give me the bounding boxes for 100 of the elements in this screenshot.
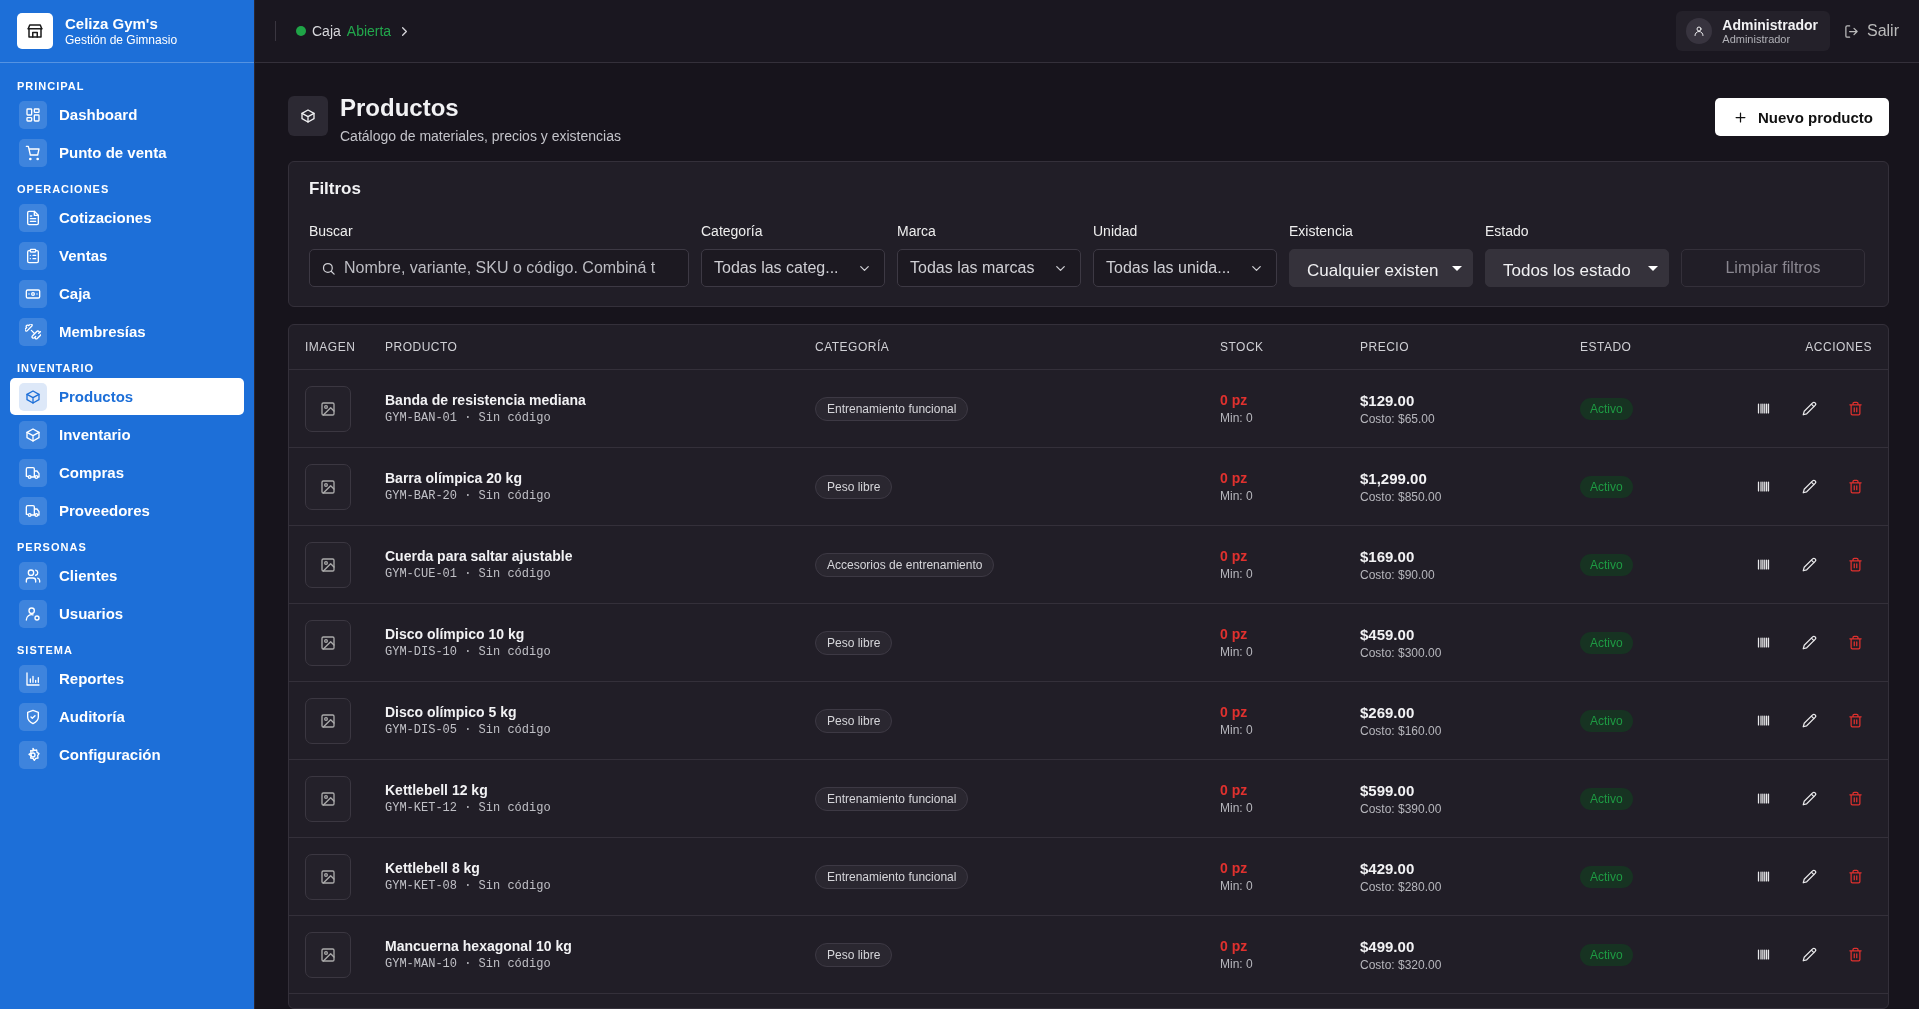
trash-icon (1847, 635, 1863, 650)
product-code: GYM-KET-08 · Sin código (385, 879, 551, 893)
product-code: GYM-CUE-01 · Sin código (385, 567, 551, 581)
dropdown[interactable]: Todas las marcas (897, 249, 1081, 287)
sidebar-item[interactable]: Auditoría (10, 698, 244, 735)
settings-icon (25, 746, 41, 763)
product-code: GYM-DIS-10 · Sin código (385, 645, 551, 659)
column-header: CATEGORÍA (815, 340, 890, 354)
cost-value: Costo: $320.00 (1360, 957, 1442, 972)
status-badge: Activo (1580, 865, 1633, 888)
sidebar-item[interactable]: Productos (10, 378, 244, 415)
dropdown[interactable]: Todos los estado (1485, 249, 1669, 287)
status-badge: Activo (1580, 943, 1633, 966)
barcode-icon (1755, 713, 1771, 728)
sidebar-item[interactable]: Ventas (10, 237, 244, 274)
cost-value: Costo: $850.00 (1360, 489, 1442, 504)
sidebar-item[interactable]: Cotizaciones (10, 199, 244, 236)
register-status-button[interactable]: Caja Abierta (296, 23, 413, 39)
category-tag: Accesorios de entrenamiento (815, 552, 995, 577)
sidebar-item[interactable]: Clientes (10, 557, 244, 594)
status-badge: Activo (1580, 631, 1633, 654)
category-tag: Entrenamiento funcional (815, 864, 969, 889)
search-icon (321, 261, 336, 276)
image-placeholder-icon (305, 931, 351, 978)
caret-icon (1648, 265, 1658, 271)
image-placeholder-icon (305, 541, 351, 588)
filter-label: Existencia (1289, 223, 1354, 239)
status-badge: Activo (1580, 709, 1633, 732)
stock-value: 0 pz (1220, 860, 1248, 876)
image-placeholder-icon (305, 385, 351, 432)
barcode-icon (1755, 947, 1771, 962)
barcode-icon (1755, 401, 1771, 416)
price-value: $269.00 (1360, 703, 1415, 721)
barcode-icon (1755, 791, 1771, 806)
stock-minimum: Min: 0 (1220, 645, 1253, 659)
trash-icon (1847, 713, 1863, 728)
app-name: Celiza Gym's (65, 15, 159, 32)
dashboard-icon (25, 106, 41, 123)
sidebar-item[interactable]: Punto de venta (10, 134, 244, 171)
filter-label: Marca (897, 223, 937, 239)
pencil-icon (1801, 557, 1817, 572)
sidebar-item[interactable]: Reportes (10, 660, 244, 697)
cost-value: Costo: $390.00 (1360, 801, 1442, 816)
truck-icon (25, 464, 41, 481)
stock-value: 0 pz (1220, 548, 1248, 564)
sidebar-item[interactable]: Caja (10, 275, 244, 312)
cost-value: Costo: $160.00 (1360, 723, 1442, 738)
product-name: Barra olímpica 20 kg (385, 470, 522, 486)
filter-label: Buscar (309, 223, 354, 239)
pencil-icon (1801, 713, 1817, 728)
pencil-icon (1801, 947, 1817, 962)
dropdown[interactable]: Cualquier existen (1289, 249, 1473, 287)
user-menu[interactable]: Administrador Administrador (1676, 11, 1830, 51)
plus-icon (1733, 109, 1748, 125)
store-icon (17, 13, 53, 49)
trash-icon (1847, 479, 1863, 494)
users-icon (25, 567, 41, 584)
sidebar-item[interactable]: Configuración (10, 736, 244, 773)
product-name: Kettlebell 12 kg (385, 782, 488, 798)
trash-icon (1847, 791, 1863, 806)
category-tag: Entrenamiento funcional (815, 396, 969, 421)
app-subtitle: Gestión de Gimnasio (65, 33, 178, 47)
image-placeholder-icon (305, 853, 351, 900)
cost-value: Costo: $90.00 (1360, 567, 1435, 582)
price-value: $459.00 (1360, 625, 1415, 643)
sidebar-item[interactable]: Inventario (10, 416, 244, 453)
status-badge: Activo (1580, 475, 1633, 498)
user-gear-icon (25, 605, 41, 622)
product-name: Disco olímpico 5 kg (385, 704, 517, 720)
sidebar-item[interactable]: Dashboard (10, 96, 244, 133)
trash-icon (1847, 557, 1863, 572)
column-header: PRECIO (1360, 340, 1409, 354)
barcode-icon (1755, 869, 1771, 884)
dropdown[interactable]: Todas las unida... (1093, 249, 1277, 287)
cost-value: Costo: $280.00 (1360, 879, 1442, 894)
column-header: ESTADO (1580, 340, 1632, 354)
truck-icon (25, 502, 41, 519)
stock-minimum: Min: 0 (1220, 801, 1253, 815)
product-code: GYM-KET-12 · Sin código (385, 801, 551, 815)
logout-button[interactable]: Salir (1844, 22, 1899, 40)
column-header: PRODUCTO (385, 340, 458, 354)
stock-minimum: Min: 0 (1220, 567, 1253, 581)
sidebar-item[interactable]: Usuarios (10, 595, 244, 632)
search-field[interactable]: Nombre, variante, SKU o código. Combiná t (309, 249, 689, 287)
sidebar-item[interactable]: Proveedores (10, 492, 244, 529)
status-badge: Activo (1580, 397, 1633, 420)
product-name: Banda de resistencia mediana (385, 392, 586, 408)
caret-icon (1452, 265, 1462, 271)
dropdown[interactable]: Todas las categ... (701, 249, 885, 287)
sidebar-item[interactable]: Compras (10, 454, 244, 491)
sidebar-item[interactable]: Membresías (10, 313, 244, 350)
price-value: $1,299.00 (1360, 469, 1427, 487)
new-product-button[interactable]: Nuevo producto (1715, 98, 1889, 136)
pencil-icon (1801, 869, 1817, 884)
price-value: $599.00 (1360, 781, 1415, 799)
column-header: STOCK (1220, 340, 1264, 354)
nav-section-label: SISTEMA (16, 643, 74, 658)
nav-section-label: PERSONAS (16, 540, 88, 555)
user-avatar-icon (1686, 18, 1713, 44)
stock-minimum: Min: 0 (1220, 489, 1253, 503)
